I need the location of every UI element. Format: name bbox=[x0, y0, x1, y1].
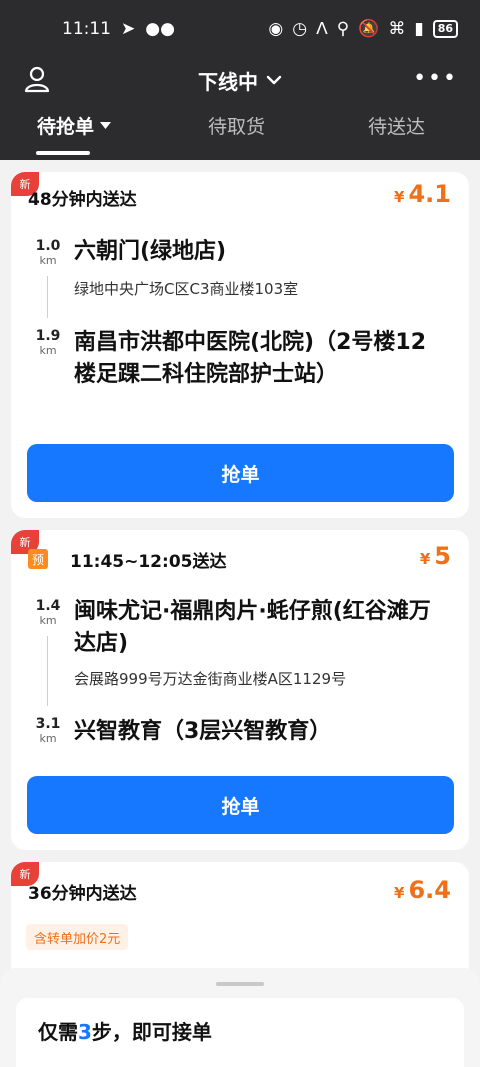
eye-icon: ◉ bbox=[268, 19, 284, 39]
status-time: 11:11 bbox=[62, 19, 111, 39]
dropoff-distance: 1.9 km bbox=[33, 328, 63, 357]
drag-handle[interactable] bbox=[216, 982, 264, 986]
dropoff-name: 兴智教育（3层兴智教育） bbox=[74, 719, 332, 744]
currency-symbol: ¥ bbox=[394, 884, 405, 902]
pickup-distance: 1.4 km bbox=[33, 598, 63, 627]
location-arrow-icon: ➤ bbox=[121, 19, 136, 39]
onboarding-title: 仅需3步，即可接单 bbox=[38, 1016, 212, 1045]
pickup-name: 六朝门(绿地店) bbox=[74, 239, 227, 264]
wifi-icon: ⌘ bbox=[388, 19, 406, 39]
tab-label: 待抢单 bbox=[37, 116, 95, 138]
distance-value: 1.9 bbox=[35, 328, 61, 344]
mute-icon: 🔕 bbox=[358, 19, 380, 39]
pickup-address: 会展路999号万达金街商业楼A区1129号 bbox=[74, 670, 347, 688]
currency-symbol: ¥ bbox=[394, 188, 405, 206]
surcharge-tag: 含转单加价2元 bbox=[26, 924, 129, 950]
caret-down-icon bbox=[100, 122, 112, 129]
grab-order-button[interactable]: 抢单 bbox=[27, 776, 454, 834]
chevron-down-icon bbox=[266, 75, 282, 85]
title-prefix: 仅需 bbox=[38, 1020, 78, 1044]
top-bar: 11:11 ➤ ●● ◉ ◷ ᐱ ⚲ 🔕 ⌘ ▮ 86 下线中 ••• 待抢单 … bbox=[0, 0, 480, 160]
price-value: 6.4 bbox=[408, 876, 451, 904]
alarm-icon: ◷ bbox=[292, 19, 308, 39]
status-dropdown[interactable]: 下线中 bbox=[198, 66, 282, 95]
delivery-time-row: 预 11:45~12:05送达 bbox=[28, 546, 226, 572]
bottom-sheet[interactable]: 仅需3步，即可接单 bbox=[0, 968, 480, 1067]
distance-value: 1.0 bbox=[35, 238, 61, 254]
delivery-time: 11:45~12:05送达 bbox=[70, 551, 227, 572]
location-icon: ⚲ bbox=[336, 19, 350, 39]
title-suffix: 步，即可接单 bbox=[91, 1020, 212, 1044]
route-line bbox=[47, 636, 48, 706]
delivery-time-row: 48分钟内送达 bbox=[28, 184, 137, 210]
more-icon[interactable]: ••• bbox=[413, 66, 458, 91]
order-tabs: 待抢单 待取货 待送达 bbox=[0, 112, 480, 160]
order-price: ¥ 6.4 bbox=[394, 876, 451, 904]
order-card[interactable]: 新 48分钟内送达 ¥ 4.1 1.0 km 六朝门(绿地店) 绿地中央广场C区… bbox=[11, 172, 469, 518]
signal-icon: ▮ bbox=[414, 19, 424, 39]
grab-order-button[interactable]: 抢单 bbox=[27, 444, 454, 502]
bluetooth-icon: ᐱ bbox=[316, 19, 328, 39]
pickup-name: 闽味尤记·福鼎肉片·蚝仔煎(红谷滩万达店) bbox=[74, 599, 431, 656]
order-price: ¥ 4.1 bbox=[394, 180, 451, 208]
tab-pending-grab[interactable]: 待抢单 bbox=[37, 112, 112, 139]
distance-unit: km bbox=[39, 344, 57, 357]
distance-unit: km bbox=[39, 732, 57, 745]
tab-pending-delivery[interactable]: 待送达 bbox=[368, 112, 425, 139]
distance-unit: km bbox=[39, 254, 57, 267]
pickup-address: 绿地中央广场C区C3商业楼103室 bbox=[74, 280, 299, 298]
status-bar: 11:11 ➤ ●● ◉ ◷ ᐱ ⚲ 🔕 ⌘ ▮ 86 bbox=[0, 0, 480, 58]
active-tab-indicator bbox=[36, 151, 90, 155]
step-count: 3 bbox=[78, 1020, 92, 1044]
tab-pending-pickup[interactable]: 待取货 bbox=[208, 112, 265, 139]
currency-symbol: ¥ bbox=[419, 550, 431, 568]
price-value: 5 bbox=[434, 542, 451, 570]
distance-value: 1.4 bbox=[35, 598, 61, 614]
route-line bbox=[47, 276, 48, 318]
delivery-time: 48分钟内送达 bbox=[28, 189, 137, 210]
onboarding-card[interactable]: 仅需3步，即可接单 bbox=[16, 998, 464, 1067]
page-title: 下线中 bbox=[198, 69, 258, 94]
profile-icon[interactable] bbox=[22, 64, 52, 94]
delivery-time: 36分钟内送达 bbox=[28, 883, 137, 904]
dropoff-name: 南昌市洪都中医院(北院)（2号楼12楼足踝二科住院部护士站） bbox=[74, 330, 427, 387]
battery-icon: 86 bbox=[432, 20, 458, 38]
distance-value: 3.1 bbox=[35, 716, 61, 732]
order-card[interactable]: 新 预 11:45~12:05送达 ¥ 5 1.4 km 闽味尤记·福鼎肉片·蚝… bbox=[11, 530, 469, 850]
price-value: 4.1 bbox=[408, 180, 451, 208]
wechat-icon: ●● bbox=[145, 19, 175, 39]
pickup-distance: 1.0 km bbox=[33, 238, 63, 267]
delivery-time-row: 36分钟内送达 bbox=[28, 878, 137, 904]
distance-unit: km bbox=[39, 614, 57, 627]
app-header: 下线中 ••• bbox=[0, 58, 480, 102]
dropoff-distance: 3.1 km bbox=[33, 716, 63, 745]
order-price: ¥ 5 bbox=[420, 542, 451, 570]
reservation-icon: 预 bbox=[28, 549, 48, 569]
